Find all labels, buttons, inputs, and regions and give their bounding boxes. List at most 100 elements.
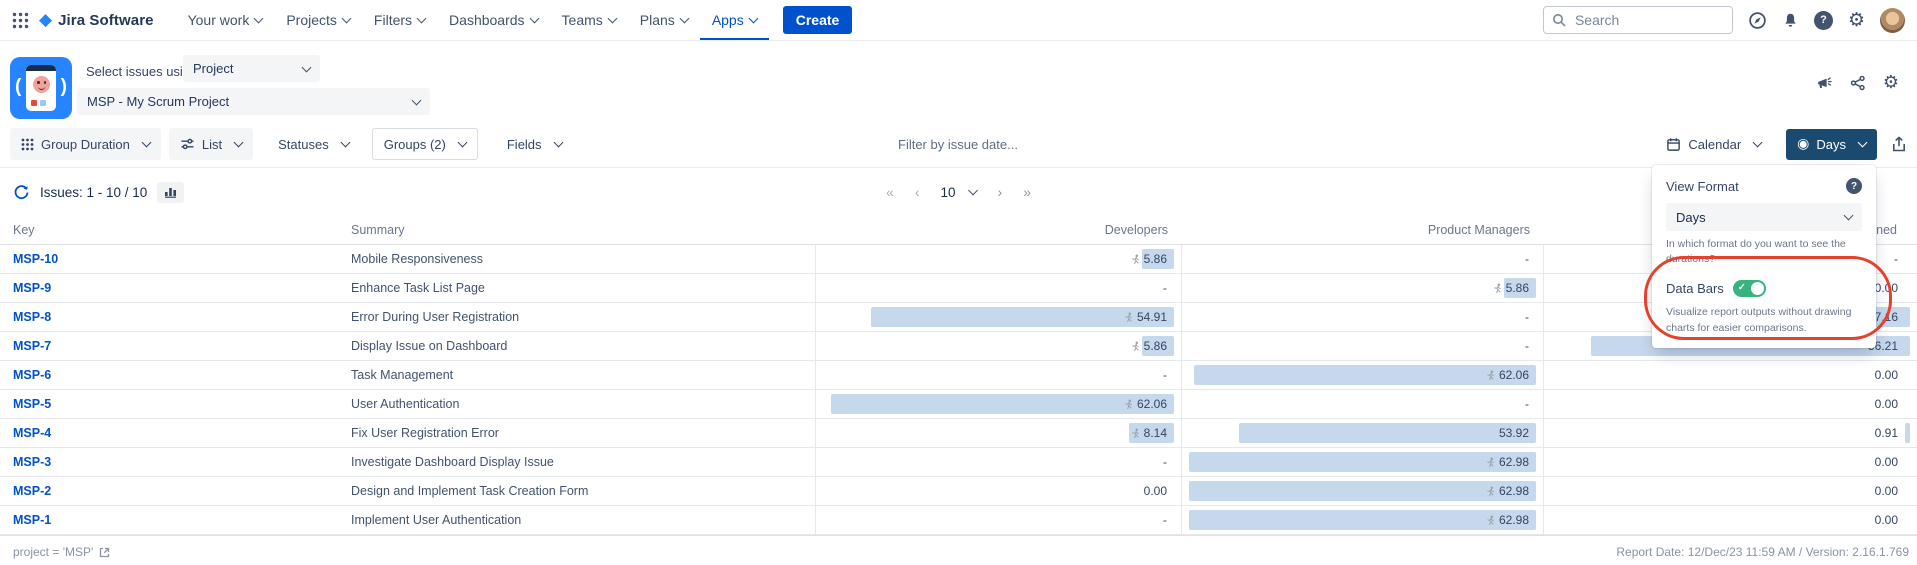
refresh-icon[interactable]	[13, 184, 30, 201]
groups-button[interactable]: Groups (2)	[372, 128, 478, 160]
duration-cell-developers: 54.91	[815, 303, 1181, 331]
topnav-item-apps[interactable]: Apps	[700, 0, 769, 40]
eye-icon: ◉	[1797, 137, 1809, 151]
issues-count-label: Issues: 1 - 10 / 10	[40, 185, 147, 200]
topnav-item-dashboards[interactable]: Dashboards	[437, 0, 550, 40]
issue-key-link[interactable]: MSP-9	[0, 274, 343, 302]
issue-source-select[interactable]: Project	[183, 55, 320, 82]
settings-gear-icon[interactable]: ⚙	[1848, 11, 1865, 30]
help-icon[interactable]: ?	[1814, 11, 1833, 30]
view-list-button[interactable]: List	[169, 128, 253, 160]
table-row: MSP-1Implement User Authentication-62.98…	[0, 506, 1917, 535]
runner-icon	[1485, 515, 1496, 526]
group-duration-button[interactable]: Group Duration	[10, 128, 161, 160]
issue-summary[interactable]: User Authentication	[343, 390, 815, 418]
issue-key-link[interactable]: MSP-2	[0, 477, 343, 505]
column-header-summary[interactable]: Summary	[343, 216, 815, 244]
search-box[interactable]	[1543, 6, 1733, 34]
issue-summary[interactable]: Display Issue on Dashboard	[343, 332, 815, 360]
runner-icon	[1130, 254, 1141, 265]
fields-button[interactable]: Fields	[496, 128, 573, 160]
duration-value: 62.06	[1485, 361, 1529, 389]
issue-summary[interactable]: Implement User Authentication	[343, 506, 815, 534]
issue-key-link[interactable]: MSP-6	[0, 361, 343, 389]
topnav-item-projects[interactable]: Projects	[274, 0, 362, 40]
issue-key-link[interactable]: MSP-5	[0, 390, 343, 418]
data-bar	[1905, 423, 1910, 443]
column-header-key[interactable]: Key	[0, 216, 343, 244]
format-select[interactable]: Days	[1666, 203, 1862, 231]
issue-summary[interactable]: Fix User Registration Error	[343, 419, 815, 447]
issue-summary[interactable]: Mobile Responsiveness	[343, 245, 815, 273]
topnav-item-teams[interactable]: Teams	[550, 0, 628, 40]
issue-summary[interactable]: Enhance Task List Page	[343, 274, 815, 302]
issue-key-link[interactable]: MSP-7	[0, 332, 343, 360]
discover-icon[interactable]	[1748, 11, 1767, 30]
panel-help-icon[interactable]: ?	[1846, 178, 1862, 194]
duration-cell-unassigned: 0.00	[1543, 390, 1917, 418]
external-link-icon[interactable]	[99, 547, 110, 558]
app-logo-tile: ()	[10, 57, 72, 119]
issue-key-link[interactable]: MSP-10	[0, 245, 343, 273]
search-input[interactable]	[1573, 11, 1697, 29]
share-icon[interactable]	[1850, 75, 1866, 91]
issue-key-link[interactable]: MSP-4	[0, 419, 343, 447]
duration-cell-developers: -	[815, 361, 1181, 389]
table-row: MSP-4Fix User Registration Error8.1453.9…	[0, 419, 1917, 448]
page-size-select[interactable]: 10	[940, 185, 976, 200]
duration-cell-developers: 8.14	[815, 419, 1181, 447]
statuses-button[interactable]: Statuses	[267, 128, 360, 160]
issue-key-link[interactable]: MSP-1	[0, 506, 343, 534]
duration-cell-unassigned: 0.00	[1543, 477, 1917, 505]
duration-cell-unassigned: 0.00	[1543, 361, 1917, 389]
duration-value: -	[1525, 303, 1529, 331]
issue-summary[interactable]: Design and Implement Task Creation Form	[343, 477, 815, 505]
chevron-down-icon	[417, 14, 427, 24]
duration-value: -	[1163, 448, 1167, 476]
project-select[interactable]: MSP - My Scrum Project	[77, 88, 430, 115]
export-icon[interactable]	[1891, 136, 1907, 153]
feedback-megaphone-icon[interactable]	[1816, 75, 1833, 92]
next-page-button[interactable]: ›	[998, 184, 1003, 200]
table-body: MSP-10Mobile Responsiveness5.86--MSP-9En…	[0, 245, 1917, 535]
duration-value: 62.98	[1485, 506, 1529, 534]
duration-value: 0.00	[1875, 390, 1898, 418]
last-page-button[interactable]: »	[1023, 184, 1031, 200]
prev-page-button[interactable]: ‹	[915, 184, 920, 200]
data-bar	[1239, 423, 1536, 443]
user-avatar[interactable]	[1880, 8, 1905, 33]
issue-key-link[interactable]: MSP-3	[0, 448, 343, 476]
data-bars-toggle[interactable]: ✓	[1733, 280, 1766, 297]
app-switcher-icon[interactable]	[12, 12, 29, 29]
topnav-item-plans[interactable]: Plans	[628, 0, 700, 40]
calendar-button[interactable]: Calendar	[1655, 128, 1772, 160]
create-button[interactable]: Create	[783, 6, 853, 34]
duration-value: -	[1163, 274, 1167, 302]
topnav-item-filters[interactable]: Filters	[362, 0, 437, 40]
app-header: () Select issues using Project MSP - My …	[0, 41, 1917, 121]
notifications-bell-icon[interactable]	[1782, 12, 1799, 29]
first-page-button[interactable]: «	[886, 184, 894, 200]
column-header-product-managers[interactable]: Product Managers	[1181, 216, 1543, 244]
jira-logo[interactable]: ◆ Jira Software	[39, 12, 154, 29]
runner-icon	[1492, 283, 1503, 294]
topnav-items: Your workProjectsFiltersDashboardsTeamsP…	[176, 0, 769, 40]
select-issues-label: Select issues using	[86, 64, 197, 79]
column-header-developers[interactable]: Developers	[815, 216, 1181, 244]
issue-summary[interactable]: Task Management	[343, 361, 815, 389]
duration-cell-developers: 5.86	[815, 332, 1181, 360]
issue-summary[interactable]: Investigate Dashboard Display Issue	[343, 448, 815, 476]
chevron-down-icon	[607, 14, 617, 24]
duration-value: 8.14	[1130, 419, 1167, 447]
issue-summary[interactable]: Error During User Registration	[343, 303, 815, 331]
issue-key-link[interactable]: MSP-8	[0, 303, 343, 331]
topnav-item-your-work[interactable]: Your work	[176, 0, 275, 40]
chart-view-button[interactable]	[157, 182, 184, 203]
filter-by-date-input[interactable]: Filter by issue date...	[898, 137, 1018, 152]
duration-value: 62.98	[1485, 448, 1529, 476]
duration-value: -	[1525, 245, 1529, 273]
data-bars-hint: Visualize report outputs without drawing…	[1666, 305, 1862, 335]
app-settings-gear-icon[interactable]: ⚙	[1883, 74, 1899, 92]
view-format-days-button[interactable]: ◉ Days	[1786, 129, 1877, 160]
duration-cell-product_managers: 62.98	[1181, 506, 1543, 534]
